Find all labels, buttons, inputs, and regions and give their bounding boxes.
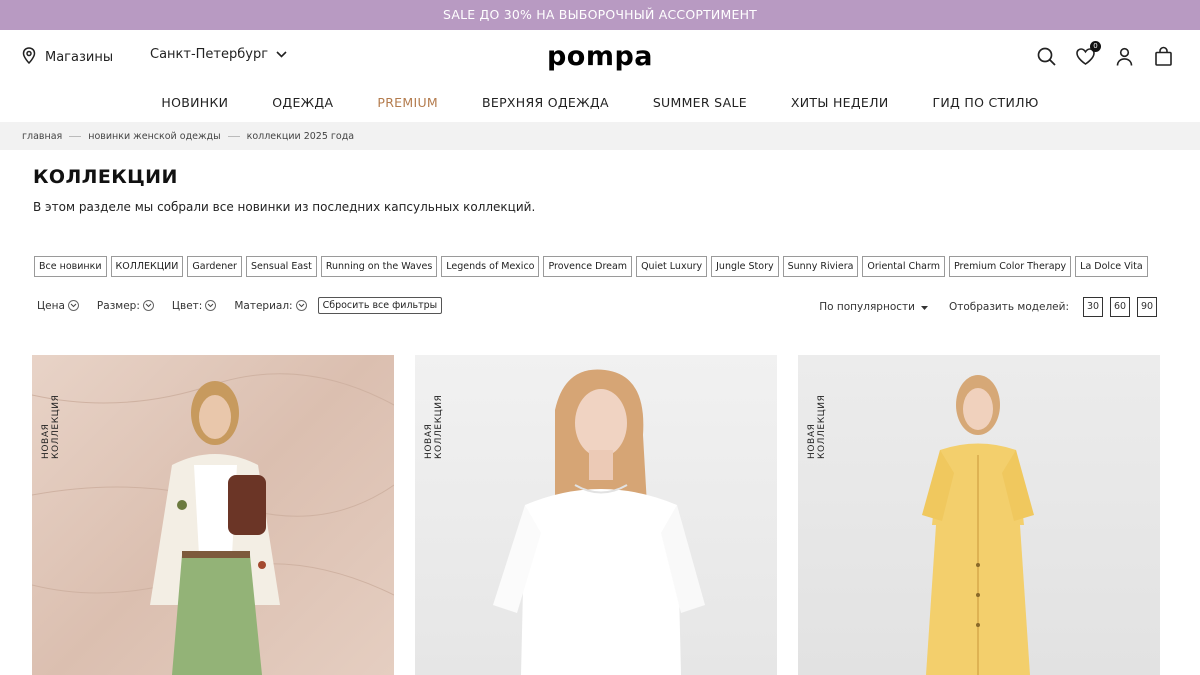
nav-item-summer-sale[interactable]: SUMMER SALE [631, 84, 769, 122]
chevron-down-icon [295, 300, 307, 311]
nav-item-premium[interactable]: PREMIUM [355, 84, 460, 122]
reset-filters-button[interactable]: Сбросить все фильтры [317, 297, 443, 314]
sorting-bar: По популярности Отобразить моделей: 30 6… [819, 297, 1157, 317]
chevron-down-icon [205, 300, 217, 311]
tag-oriental-charm[interactable]: Oriental Charm [862, 256, 945, 277]
tag-gardener[interactable]: Gardener [187, 256, 242, 277]
filter-color-label: Цвет: [171, 299, 203, 312]
promo-banner[interactable]: SALE ДО 30% НА ВЫБОРОЧНЫЙ АССОРТИМЕНТ [0, 0, 1200, 30]
product-card[interactable]: НОВАЯ КОЛЛЕКЦИЯ [32, 355, 394, 675]
product-image [32, 373, 394, 675]
tag-running-on-the-waves[interactable]: Running on the Waves [320, 256, 438, 277]
tag-la-dolce-vita[interactable]: La Dolce Vita [1075, 256, 1148, 277]
new-collection-badge: НОВАЯ КОЛЛЕКЦИЯ [424, 394, 444, 459]
page-size-90-button[interactable]: 90 [1137, 297, 1157, 317]
breadcrumb-home[interactable]: главная [22, 131, 62, 142]
nav-item-outerwear[interactable]: ВЕРХНЯЯ ОДЕЖДА [460, 84, 631, 122]
filter-price[interactable]: Цена [37, 300, 79, 312]
tag-all-new[interactable]: Все новинки [34, 256, 107, 277]
filter-material-label: Материал: [234, 299, 293, 312]
tag-premium-color-therapy[interactable]: Premium Color Therapy [949, 256, 1072, 277]
tag-sunny-riviera[interactable]: Sunny Riviera [782, 256, 859, 277]
main-nav: НОВИНКИ ОДЕЖДА PREMIUM ВЕРХНЯЯ ОДЕЖДА SU… [0, 84, 1200, 122]
page-size-label: Отобразить моделей: [948, 301, 1069, 313]
nav-item-style-guide[interactable]: ГИД ПО СТИЛЮ [910, 84, 1060, 122]
product-image [493, 369, 705, 675]
cart-bag-icon[interactable] [1153, 46, 1174, 67]
product-grid: НОВАЯ КОЛЛЕКЦИЯ НОВАЯ КОЛЛЕКЦИЯ НОВАЯ КО… [32, 355, 1160, 675]
filter-size[interactable]: Размер: [97, 300, 154, 312]
product-card[interactable]: НОВАЯ КОЛЛЕКЦИЯ [798, 355, 1160, 675]
page-title: КОЛЛЕКЦИИ [33, 166, 178, 188]
logo-text: pompa [546, 41, 654, 72]
page-size-60-button[interactable]: 60 [1110, 297, 1130, 317]
tag-jungle-story[interactable]: Jungle Story [711, 256, 779, 277]
breadcrumb-new-womens[interactable]: новинки женской одежды [88, 131, 220, 142]
header-icons: 0 [1036, 41, 1174, 67]
collection-tags: Все новинки КОЛЛЕКЦИИ Gardener Sensual E… [34, 256, 1148, 277]
account-icon[interactable] [1114, 46, 1135, 67]
breadcrumb: главная новинки женской одежды коллекции… [0, 122, 1200, 150]
tag-provence-dream[interactable]: Provence Dream [543, 256, 633, 277]
new-collection-badge: НОВАЯ КОЛЛЕКЦИЯ [807, 394, 827, 459]
chevron-down-icon [67, 300, 79, 311]
filter-color[interactable]: Цвет: [171, 299, 217, 312]
product-image [922, 375, 1034, 675]
site-logo[interactable]: pompa [0, 41, 1200, 72]
tag-quiet-luxury[interactable]: Quiet Luxury [636, 256, 708, 277]
sort-label: По популярности [819, 301, 915, 313]
nav-item-hits[interactable]: ХИТЫ НЕДЕЛИ [769, 84, 911, 122]
tag-legends-of-mexico[interactable]: Legends of Mexico [441, 256, 540, 277]
caret-down-icon [920, 301, 928, 313]
breadcrumb-separator [227, 135, 240, 137]
new-collection-badge: НОВАЯ КОЛЛЕКЦИЯ [41, 394, 61, 459]
nav-item-new[interactable]: НОВИНКИ [139, 84, 250, 122]
sort-select[interactable]: По популярности [819, 301, 928, 313]
filter-price-label: Цена [37, 299, 65, 312]
filter-size-label: Размер: [96, 299, 140, 312]
breadcrumb-separator [69, 135, 82, 137]
search-icon[interactable] [1036, 46, 1057, 67]
chevron-down-icon [142, 300, 154, 311]
nav-item-clothing[interactable]: ОДЕЖДА [250, 84, 355, 122]
favorites-icon[interactable]: 0 [1075, 41, 1101, 67]
tag-sensual-east[interactable]: Sensual East [245, 256, 317, 277]
page-size-30-button[interactable]: 30 [1083, 297, 1103, 317]
favorites-count-badge: 0 [1090, 41, 1101, 52]
product-card[interactable]: НОВАЯ КОЛЛЕКЦИЯ [415, 355, 777, 675]
site-header: Магазины Санкт-Петербург pompa 0 [0, 30, 1200, 84]
filter-material[interactable]: Материал: [234, 299, 307, 312]
filters-bar: Цена Размер: Цвет: Материал: Сбросить вс… [37, 297, 443, 314]
breadcrumb-current: коллекции 2025 года [246, 130, 355, 142]
page-description: В этом разделе мы собрали все новинки из… [33, 200, 536, 214]
tag-collections[interactable]: КОЛЛЕКЦИИ [110, 256, 184, 277]
